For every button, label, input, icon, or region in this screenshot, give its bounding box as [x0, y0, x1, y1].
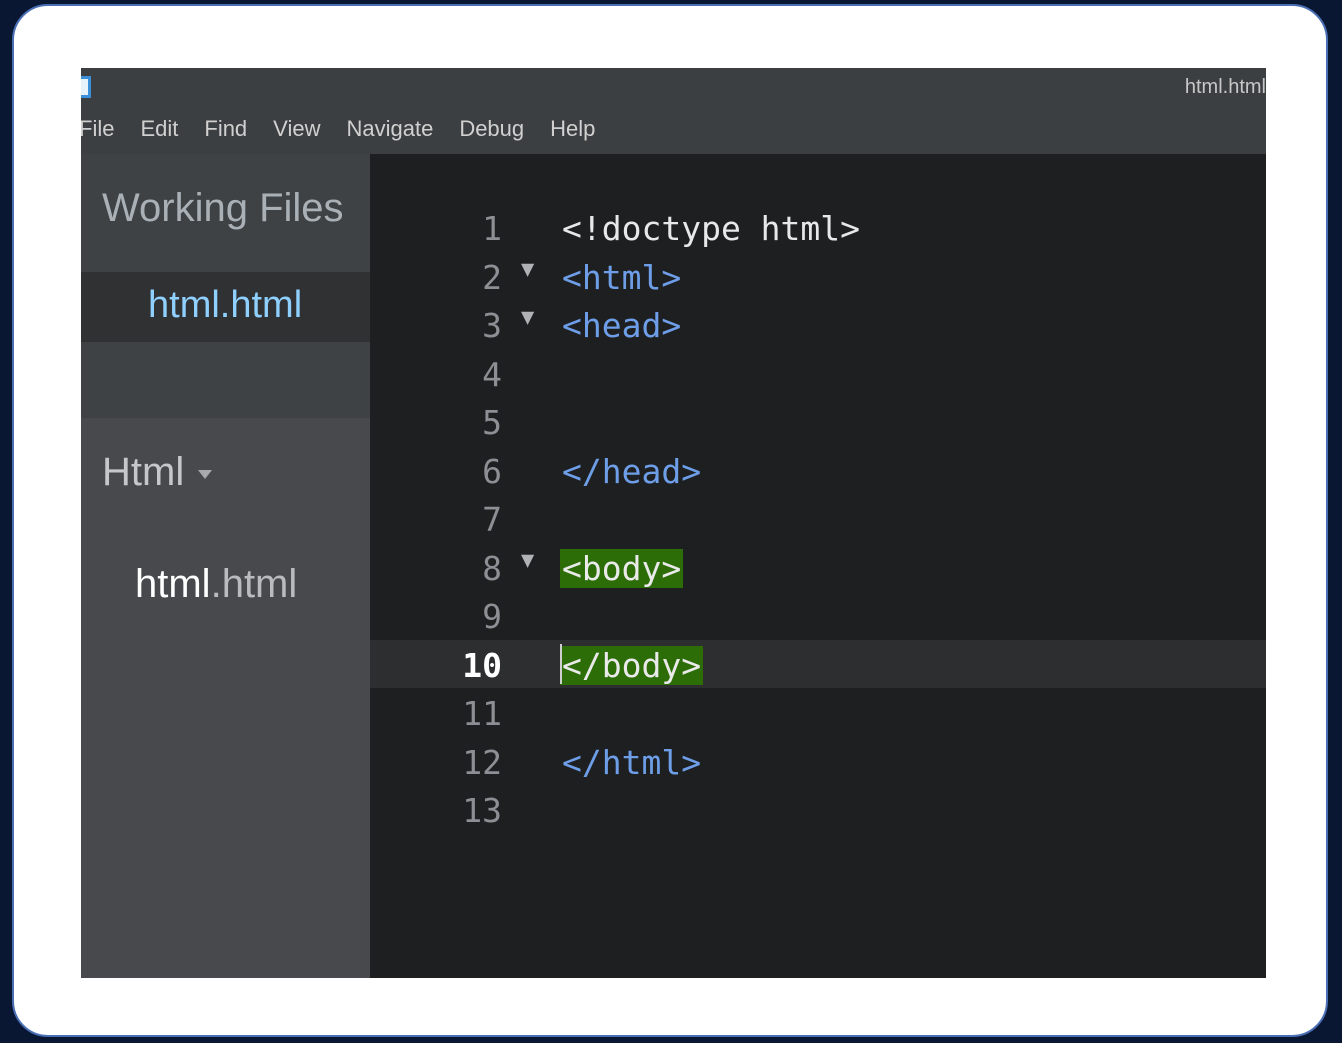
- code-line[interactable]: 2 ▼ <html>: [370, 252, 1266, 300]
- code-line[interactable]: 3 ▼ <head>: [370, 300, 1266, 348]
- line-number: 4: [482, 355, 502, 394]
- line-number: 12: [462, 743, 502, 782]
- code-editor[interactable]: 1 <!doctype html> 2 ▼ <html> 3 ▼ <head> 4 5 6 </hea…: [370, 154, 1266, 978]
- menu-file[interactable]: File: [81, 116, 114, 142]
- line-number: 7: [482, 500, 502, 539]
- line-number: 2: [482, 258, 502, 297]
- code-token: </html>: [562, 743, 702, 782]
- working-files-spacer: [81, 342, 370, 418]
- working-file-label: html.html: [148, 284, 303, 326]
- matched-tag: <body>: [560, 549, 684, 588]
- code-text: <head>: [562, 306, 681, 345]
- sidebar: Working Files html.html Html html.html: [81, 154, 370, 978]
- code-token: </head>: [562, 452, 702, 491]
- menu-edit[interactable]: Edit: [140, 116, 178, 142]
- brackets-editor-window: html.html File Edit Find View Navigate D…: [81, 68, 1266, 978]
- project-name: Html: [102, 450, 185, 494]
- code-text: </head>: [562, 452, 701, 491]
- code-text: </html>: [562, 743, 701, 782]
- fold-arrow-icon[interactable]: ▼: [521, 257, 534, 282]
- code-text: </body>: [560, 646, 704, 685]
- code-token: <head>: [562, 306, 682, 345]
- working-files-title: Working Files: [102, 186, 344, 230]
- caret-down-icon: [198, 469, 213, 479]
- menu-view[interactable]: View: [273, 116, 320, 142]
- code-line[interactable]: 7: [370, 494, 1266, 542]
- app-icon: [81, 76, 91, 98]
- code-text: <!doctype html>: [562, 209, 860, 248]
- project-dropdown[interactable]: Html: [102, 450, 213, 495]
- code-text: <body>: [560, 549, 684, 588]
- line-number: 11: [462, 694, 502, 733]
- code-line[interactable]: 8 ▼ <body>: [370, 543, 1266, 591]
- working-files-header: Working Files: [81, 154, 370, 272]
- code-line[interactable]: 12 </html>: [370, 737, 1266, 785]
- title-bar: html.html File Edit Find View Navigate D…: [81, 68, 1266, 154]
- code-line[interactable]: 13: [370, 785, 1266, 833]
- working-file-item[interactable]: html.html: [81, 272, 370, 342]
- text-cursor: [560, 644, 562, 684]
- file-tree-item-basename: html: [135, 562, 211, 606]
- line-number: 1: [482, 209, 502, 248]
- line-number: 3: [482, 306, 502, 345]
- line-number: 6: [482, 452, 502, 491]
- code-token: <!doctype html>: [562, 209, 861, 248]
- file-tree-item-extension: .html: [210, 562, 298, 606]
- matched-tag: </body>: [560, 646, 704, 685]
- code-line[interactable]: 9: [370, 591, 1266, 639]
- line-number: 5: [482, 403, 502, 442]
- line-number: 8: [482, 549, 502, 588]
- menu-navigate[interactable]: Navigate: [346, 116, 433, 142]
- line-number: 9: [482, 597, 502, 636]
- line-number: 13: [462, 791, 502, 830]
- code-line[interactable]: 4: [370, 349, 1266, 397]
- menu-help[interactable]: Help: [550, 116, 595, 142]
- code-line[interactable]: 10 </body>: [370, 640, 1266, 688]
- code-line[interactable]: 1 <!doctype html>: [370, 203, 1266, 251]
- fold-arrow-icon[interactable]: ▼: [521, 548, 534, 573]
- fold-arrow-icon[interactable]: ▼: [521, 305, 534, 330]
- file-tree-item[interactable]: html.html: [135, 562, 297, 607]
- code-line[interactable]: 11: [370, 688, 1266, 736]
- code-line[interactable]: 5: [370, 397, 1266, 445]
- window-title: html.html: [1184, 76, 1266, 98]
- menu-find[interactable]: Find: [204, 116, 247, 142]
- code-text: <html>: [562, 258, 681, 297]
- code-line[interactable]: 6 </head>: [370, 446, 1266, 494]
- menu-bar: File Edit Find View Navigate Debug Help: [81, 116, 621, 142]
- code-token: <html>: [562, 258, 682, 297]
- line-number: 10: [462, 646, 502, 685]
- menu-debug[interactable]: Debug: [459, 116, 524, 142]
